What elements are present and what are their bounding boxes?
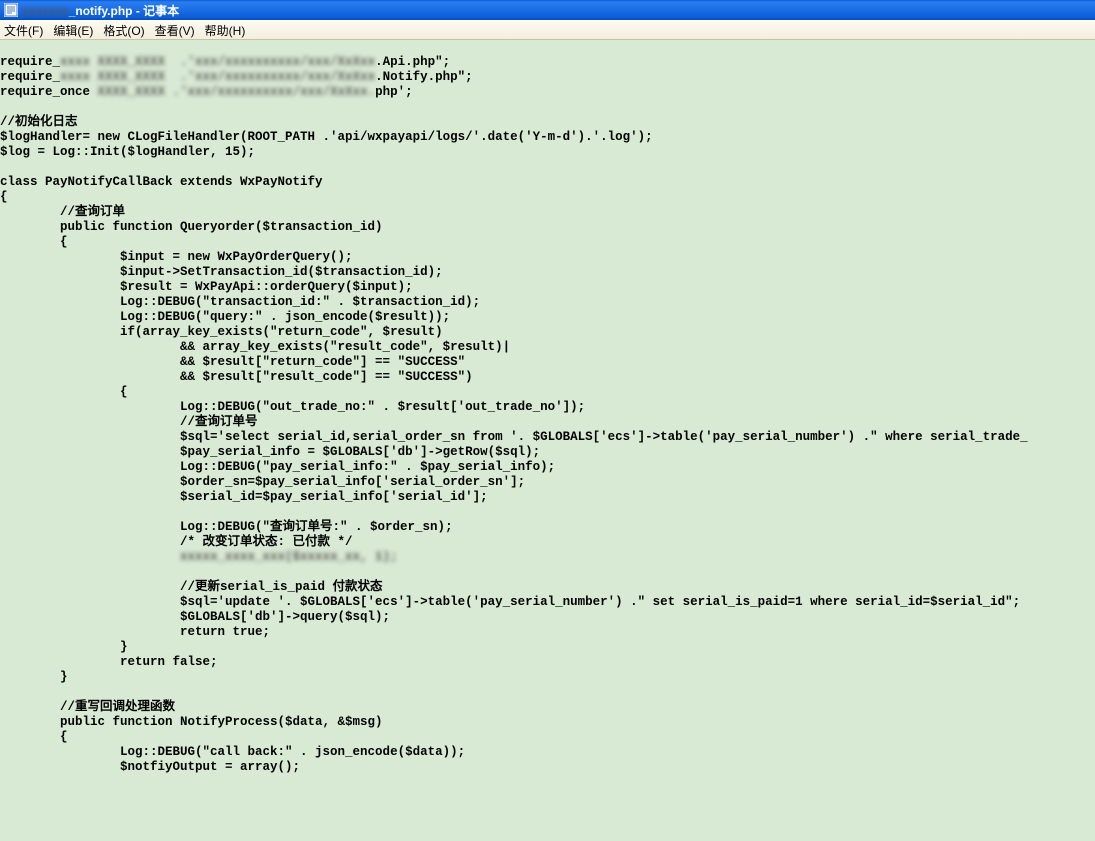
title-text: xxxxxxx_notify.php - 记事本 <box>22 2 179 19</box>
code-line: public function NotifyProcess($data, &$m… <box>0 715 383 729</box>
code-line: $input->SetTransaction_id($transaction_i… <box>0 265 443 279</box>
code-line: //初始化日志 <box>0 115 78 129</box>
editor-content[interactable]: require_xxxx XXXX_XXXX .'xxx/xxxxxxxxxx/… <box>0 40 1095 841</box>
title-filename-clear: _notify.php <box>69 4 133 18</box>
code-line: $log = Log::Init($logHandler, 15); <box>0 145 255 159</box>
code-line: $notfiyOutput = array(); <box>0 760 300 774</box>
code-line: require_xxxx XXXX_XXXX .'xxx/xxxxxxxxxx/… <box>0 55 450 69</box>
code-line: { <box>0 385 128 399</box>
title-filename-blur: xxxxxxx <box>22 4 69 18</box>
menubar: 文件(F) 编辑(E) 格式(O) 查看(V) 帮助(H) <box>0 20 1095 40</box>
menu-file[interactable]: 文件(F) <box>4 22 43 39</box>
code-line: return true; <box>0 625 270 639</box>
code-line: { <box>0 190 8 204</box>
code-line: $sql='select serial_id,serial_order_sn f… <box>0 430 1028 444</box>
code-line: //更新serial_is_paid 付款状态 <box>0 580 383 594</box>
code-line: $logHandler= new CLogFileHandler(ROOT_PA… <box>0 130 653 144</box>
code-line: } <box>0 670 68 684</box>
menu-format[interactable]: 格式(O) <box>103 22 144 39</box>
code-line: //重写回调处理函数 <box>0 700 175 714</box>
code-line: { <box>0 730 68 744</box>
code-line: Log::DEBUG("查询订单号:" . $order_sn); <box>0 520 453 534</box>
code-line: $input = new WxPayOrderQuery(); <box>0 250 353 264</box>
code-line: require_xxxx XXXX_XXXX .'xxx/xxxxxxxxxx/… <box>0 70 473 84</box>
code-line: && $result["result_code"] == "SUCCESS") <box>0 370 473 384</box>
code-line: $sql='update '. $GLOBALS['ecs']->table('… <box>0 595 1020 609</box>
code-line: $GLOBALS['db']->query($sql); <box>0 610 390 624</box>
menu-edit[interactable]: 编辑(E) <box>53 22 93 39</box>
menu-view[interactable]: 查看(V) <box>155 22 195 39</box>
code-line: { <box>0 235 68 249</box>
code-line: if(array_key_exists("return_code", $resu… <box>0 325 443 339</box>
code-line: && array_key_exists("result_code", $resu… <box>0 340 510 354</box>
code-line: /* 改变订单状态: 已付款 */ <box>0 535 353 549</box>
code-line: xxxxx_xxxx_xxx($xxxxx_xx, 1); <box>0 550 398 564</box>
menu-help[interactable]: 帮助(H) <box>205 22 246 39</box>
code-line: $order_sn=$pay_serial_info['serial_order… <box>0 475 525 489</box>
title-app: 记事本 <box>143 4 179 18</box>
app-icon <box>4 3 18 17</box>
code-line: && $result["return_code"] == "SUCCESS" <box>0 355 465 369</box>
code-line: Log::DEBUG("out_trade_no:" . $result['ou… <box>0 400 585 414</box>
code-line: } <box>0 640 128 654</box>
code-line: Log::DEBUG("transaction_id:" . $transact… <box>0 295 480 309</box>
code-line: require_once XXXX_XXXX .'xxx/xxxxxxxxxx/… <box>0 85 413 99</box>
title-sep: - <box>133 4 144 18</box>
code-line: $serial_id=$pay_serial_info['serial_id']… <box>0 490 488 504</box>
code-line: $pay_serial_info = $GLOBALS['db']->getRo… <box>0 445 540 459</box>
code-line: //查询订单 <box>0 205 125 219</box>
code-line: $result = WxPayApi::orderQuery($input); <box>0 280 413 294</box>
code-line: Log::DEBUG("call back:" . json_encode($d… <box>0 745 465 759</box>
code-line: Log::DEBUG("pay_serial_info:" . $pay_ser… <box>0 460 555 474</box>
titlebar: xxxxxxx_notify.php - 记事本 <box>0 0 1095 20</box>
code-line: public function Queryorder($transaction_… <box>0 220 383 234</box>
code-line: //查询订单号 <box>0 415 258 429</box>
code-line: Log::DEBUG("query:" . json_encode($resul… <box>0 310 450 324</box>
code-line: class PayNotifyCallBack extends WxPayNot… <box>0 175 323 189</box>
code-line: return false; <box>0 655 218 669</box>
